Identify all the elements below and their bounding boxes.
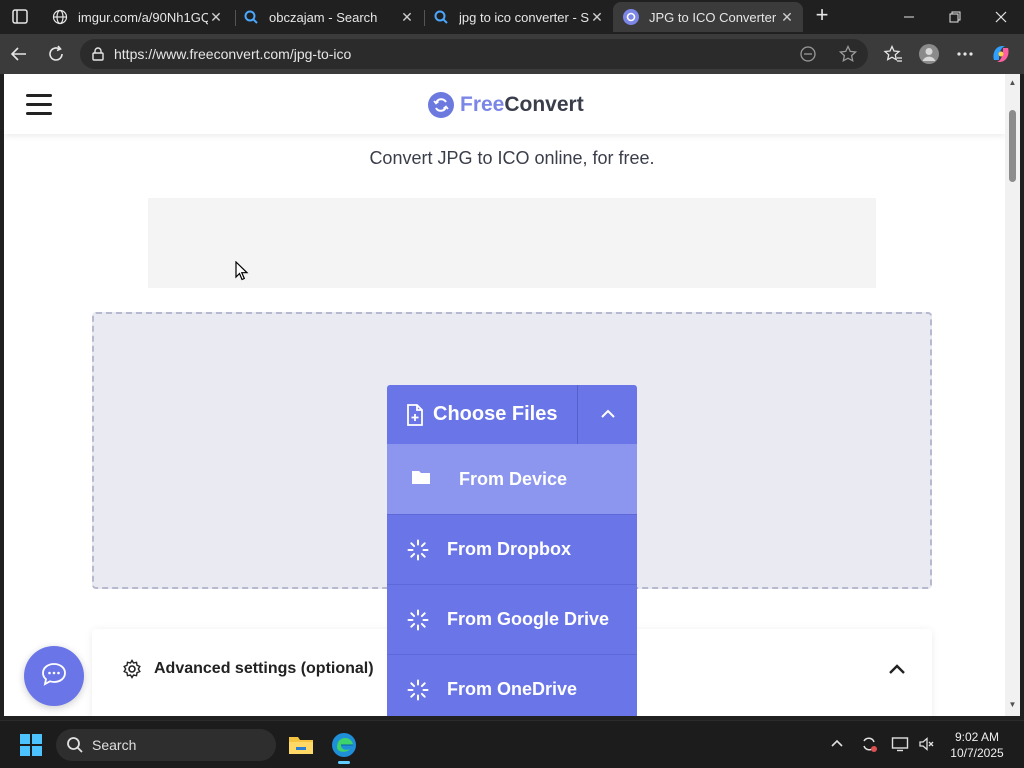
tab-jpg-to-ico-converter[interactable]: JPG to ICO Converter - F ✕ <box>613 2 803 32</box>
tab-title: JPG to ICO Converter - F <box>649 9 779 25</box>
windows-taskbar: Search 9:02 AM 10/7/2025 <box>0 720 1024 768</box>
tab-close-button[interactable]: ✕ <box>399 9 415 26</box>
sync-icon[interactable] <box>860 735 878 753</box>
source-item-dropbox[interactable]: From Dropbox <box>387 514 637 584</box>
choose-files-button-group: Choose Files <box>387 385 637 444</box>
source-toggle-button[interactable] <box>577 385 637 444</box>
scrollbar-thumb[interactable] <box>1009 110 1016 182</box>
address-bar[interactable]: https://www.freeconvert.com/jpg-to-ico <box>80 39 868 69</box>
profile-avatar[interactable] <box>916 42 942 66</box>
tab-imgur[interactable]: imgur.com/a/90Nh1GQ ✕ <box>42 2 232 32</box>
browser-tab-bar: imgur.com/a/90Nh1GQ ✕ obczajam - Search … <box>0 0 1024 34</box>
file-explorer-icon[interactable] <box>285 729 317 761</box>
tab-search-jpg-to-ico[interactable]: jpg to ico converter - Se ✕ <box>423 2 613 32</box>
close-window-button[interactable] <box>978 0 1024 34</box>
source-item-google-drive[interactable]: From Google Drive <box>387 584 637 654</box>
chevron-up-icon[interactable] <box>828 735 846 753</box>
search-icon <box>66 736 84 754</box>
source-label: From Device <box>459 468 568 489</box>
more-options-icon[interactable] <box>952 42 978 66</box>
minimize-button[interactable] <box>886 0 932 34</box>
search-icon <box>243 9 259 25</box>
tab-close-button[interactable]: ✕ <box>779 9 795 26</box>
taskbar-clock[interactable]: 9:02 AM 10/7/2025 <box>942 729 1012 761</box>
page-scrollbar[interactable]: ▲ ▼ <box>1005 74 1020 716</box>
mouse-cursor-icon <box>235 260 249 281</box>
ad-placeholder <box>148 198 876 288</box>
choose-files-label: Choose Files <box>433 403 558 425</box>
clock-date: 10/7/2025 <box>950 746 1004 760</box>
freeconvert-logo-icon <box>428 92 454 118</box>
reader-mode-icon[interactable] <box>798 45 818 63</box>
advanced-settings-header[interactable]: Advanced settings (optional) <box>122 659 374 679</box>
page-subtitle: Convert JPG to ICO online, for free. <box>369 148 655 168</box>
back-button[interactable] <box>6 42 32 66</box>
gear-icon <box>122 659 142 679</box>
display-icon[interactable] <box>891 735 909 753</box>
scroll-down-arrow-icon[interactable]: ▼ <box>1008 700 1017 709</box>
tab-close-button[interactable]: ✕ <box>208 9 224 26</box>
scroll-up-arrow-icon[interactable]: ▲ <box>1008 78 1017 87</box>
choose-files-button[interactable]: Choose Files <box>387 385 577 444</box>
tab-actions-icon[interactable] <box>8 7 32 27</box>
tab-title: imgur.com/a/90Nh1GQ <box>78 9 208 25</box>
source-label: From Dropbox <box>447 539 571 559</box>
tab-search-obczajam[interactable]: obczajam - Search ✕ <box>233 2 423 32</box>
site-header: Free Convert <box>4 74 1005 134</box>
browser-toolbar: https://www.freeconvert.com/jpg-to-ico <box>0 34 1024 74</box>
clock-time: 9:02 AM <box>954 730 1000 744</box>
volume-muted-icon[interactable] <box>918 735 936 753</box>
chevron-up-icon[interactable] <box>887 661 907 677</box>
taskbar-search-box[interactable]: Search <box>56 729 276 761</box>
folder-icon <box>411 468 433 490</box>
spinner-icon <box>407 539 429 561</box>
menu-icon[interactable] <box>26 94 52 116</box>
page-viewport: Free Convert Convert JPG to ICO online, … <box>4 74 1005 716</box>
source-item-device[interactable]: From Device <box>387 444 637 514</box>
freeconvert-logo[interactable]: Free Convert <box>428 91 584 119</box>
logo-text-free: Free <box>460 93 505 116</box>
windows-start-icon[interactable] <box>20 734 42 756</box>
new-tab-button[interactable]: + <box>810 4 834 28</box>
spinner-icon <box>407 679 429 701</box>
taskbar-search-label: Search <box>92 737 137 753</box>
favorites-icon[interactable] <box>880 42 906 66</box>
freeconvert-icon <box>623 9 639 25</box>
url-text[interactable]: https://www.freeconvert.com/jpg-to-ico <box>114 46 351 62</box>
file-add-icon <box>405 403 425 426</box>
tab-title: jpg to ico converter - Se <box>459 9 589 25</box>
chat-bubble-icon <box>41 662 67 691</box>
tab-title: obczajam - Search <box>269 9 378 25</box>
source-label: From Google Drive <box>447 609 610 629</box>
lock-icon[interactable] <box>90 46 106 62</box>
logo-text-convert: Convert <box>504 93 584 116</box>
refresh-button[interactable] <box>43 42 69 66</box>
source-item-onedrive[interactable]: From OneDrive <box>387 654 637 716</box>
source-label: From OneDrive <box>447 679 578 699</box>
restore-button[interactable] <box>932 0 978 34</box>
active-app-indicator <box>338 761 350 764</box>
source-dropdown: From Device From Dropbox From Google Dri… <box>387 444 637 716</box>
spinner-icon <box>407 609 429 631</box>
advanced-settings-label: Advanced settings (optional) <box>154 660 374 677</box>
search-icon <box>433 9 449 25</box>
favorite-star-icon[interactable] <box>838 44 858 63</box>
globe-icon <box>52 9 68 25</box>
edge-browser-icon[interactable] <box>328 729 360 764</box>
chevron-up-icon <box>600 406 616 424</box>
chat-support-button[interactable] <box>24 646 84 706</box>
copilot-icon[interactable] <box>988 42 1014 66</box>
tab-close-button[interactable]: ✕ <box>589 9 605 26</box>
